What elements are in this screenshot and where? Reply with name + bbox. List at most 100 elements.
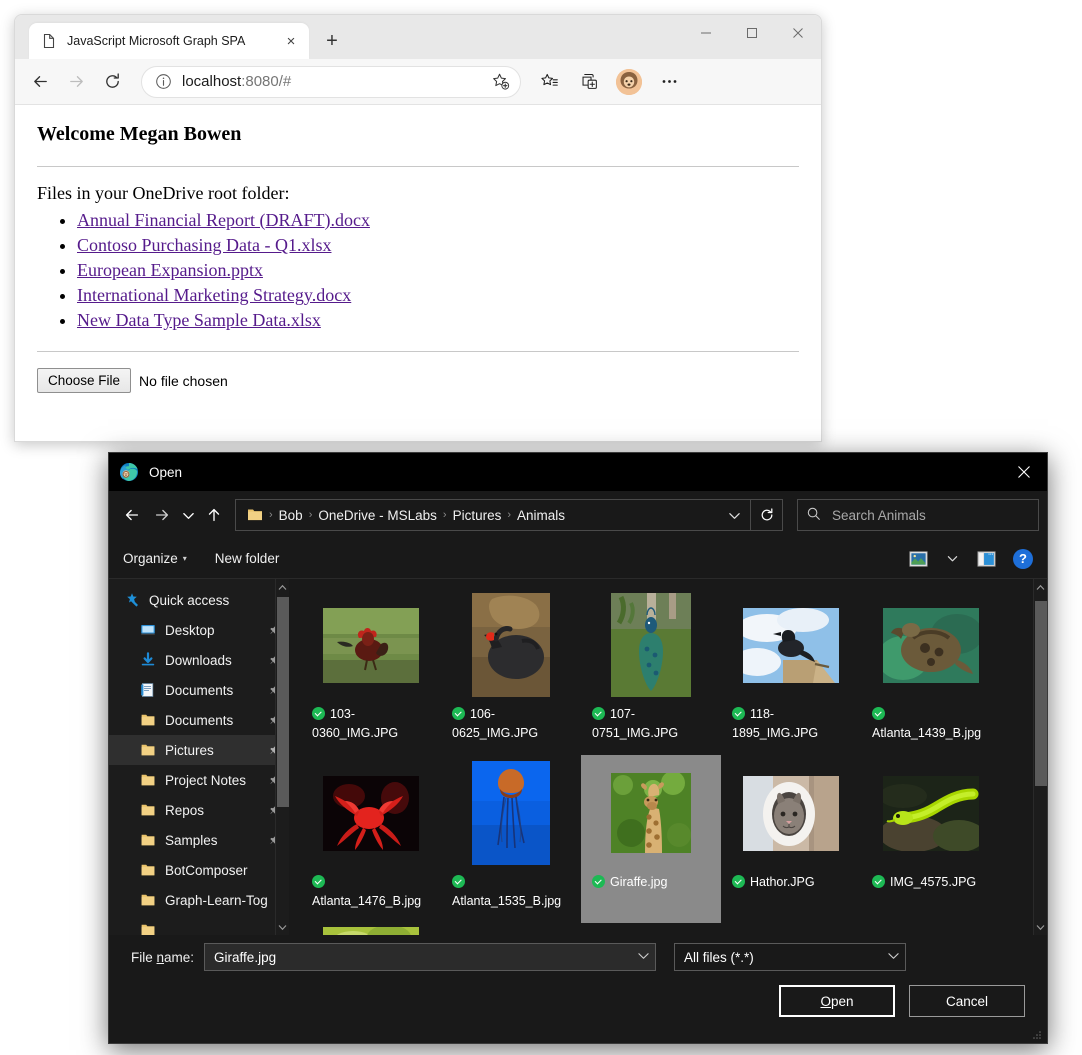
file-item-turtle[interactable]: Atlanta_1439_B.jpg bbox=[861, 587, 1001, 755]
breadcrumb[interactable]: › Bob › OneDrive - MSLabs › Pictures › A… bbox=[235, 499, 751, 531]
scroll-down-icon[interactable] bbox=[278, 919, 287, 935]
breadcrumb-item-onedrive[interactable]: OneDrive - MSLabs bbox=[313, 508, 442, 523]
file-item-green-snake[interactable]: IMG_4575.JPG bbox=[861, 755, 1001, 923]
chevron-down-icon[interactable] bbox=[888, 952, 899, 963]
scrollbar-track[interactable] bbox=[276, 595, 289, 919]
edge-logo-icon bbox=[119, 462, 139, 482]
back-arrow-icon[interactable] bbox=[117, 500, 147, 530]
collections-icon[interactable] bbox=[532, 65, 566, 99]
file-list-pane[interactable]: 103-0360_IMG.JPG bbox=[289, 579, 1047, 935]
dialog-toolbar-right: ? bbox=[897, 548, 1033, 570]
scrollbar-thumb[interactable] bbox=[277, 597, 289, 807]
scrollbar-thumb[interactable] bbox=[1035, 601, 1047, 786]
close-icon[interactable] bbox=[775, 15, 821, 51]
scroll-up-icon[interactable] bbox=[278, 579, 287, 595]
file-item-partial-next-row[interactable] bbox=[301, 923, 441, 935]
sidebar-item-label: Pictures bbox=[165, 743, 214, 758]
file-item-black-swan[interactable]: 106-0625_IMG.JPG bbox=[441, 587, 581, 755]
sidebar-item-label: Project Notes bbox=[165, 773, 246, 788]
dialog-close-icon[interactable] bbox=[1001, 453, 1047, 491]
file-item-red-crab[interactable]: Atlanta_1476_B.jpg bbox=[301, 755, 441, 923]
file-grid: 103-0360_IMG.JPG bbox=[289, 579, 1047, 935]
maximize-icon[interactable] bbox=[729, 15, 775, 51]
sidebar-item-project-notes[interactable]: Project Notes bbox=[109, 765, 289, 795]
search-input[interactable]: Search Animals bbox=[797, 499, 1039, 531]
file-link[interactable]: Annual Financial Report (DRAFT).docx bbox=[77, 210, 370, 230]
folder-icon bbox=[139, 831, 157, 849]
settings-more-icon[interactable] bbox=[652, 65, 686, 99]
breadcrumb-item-bob[interactable]: Bob bbox=[274, 508, 308, 523]
new-tab-button[interactable]: + bbox=[317, 26, 347, 56]
choose-file-button[interactable]: Choose File bbox=[37, 368, 131, 393]
sidebar-item-downloads[interactable]: Downloads bbox=[109, 645, 289, 675]
scroll-up-icon[interactable] bbox=[1036, 579, 1045, 595]
sidebar-item-quick-access[interactable]: Quick access bbox=[109, 585, 289, 615]
sidebar-item-graph-learn-together[interactable]: Graph-Learn-Tog bbox=[109, 885, 289, 915]
file-name: Atlanta_1476_B.jpg bbox=[312, 873, 430, 912]
forward-arrow-icon[interactable] bbox=[59, 65, 93, 99]
sidebar-item-samples[interactable]: Samples bbox=[109, 825, 289, 855]
file-type-value: All files (*.*) bbox=[684, 950, 882, 965]
browser-tab[interactable]: JavaScript Microsoft Graph SPA × bbox=[29, 23, 309, 59]
document-icon bbox=[41, 33, 57, 49]
help-button[interactable]: ? bbox=[1013, 549, 1033, 569]
split-screen-icon[interactable] bbox=[572, 65, 606, 99]
file-item-jellyfish[interactable]: Atlanta_1535_B.jpg bbox=[441, 755, 581, 923]
file-item-cat[interactable]: Hathor.JPG bbox=[721, 755, 861, 923]
sidebar-item-documents[interactable]: Documents bbox=[109, 705, 289, 735]
file-item-peacock[interactable]: 107-0751_IMG.JPG bbox=[581, 587, 721, 755]
file-item-rooster[interactable]: 103-0360_IMG.JPG bbox=[301, 587, 441, 755]
view-layout-icon[interactable] bbox=[905, 548, 931, 570]
scrollbar-track[interactable] bbox=[1034, 595, 1047, 919]
recent-locations-chevron-down-icon[interactable] bbox=[177, 500, 199, 530]
refresh-icon[interactable] bbox=[751, 499, 783, 531]
file-list-scrollbar[interactable] bbox=[1033, 579, 1047, 935]
browser-toolbar: localhost:8080/# bbox=[15, 59, 821, 105]
sidebar-item-pictures[interactable]: Pictures bbox=[109, 735, 289, 765]
open-button[interactable]: Open bbox=[779, 985, 895, 1017]
view-chevron-down-icon[interactable] bbox=[939, 548, 965, 570]
info-circle-icon[interactable] bbox=[152, 71, 174, 93]
browser-window: JavaScript Microsoft Graph SPA × + bbox=[14, 14, 822, 442]
preview-pane-icon[interactable] bbox=[973, 548, 999, 570]
back-arrow-icon[interactable] bbox=[23, 65, 57, 99]
sidebar-item-desktop[interactable]: Desktop bbox=[109, 615, 289, 645]
profile-avatar[interactable] bbox=[612, 65, 646, 99]
crow-thumbnail bbox=[743, 608, 839, 683]
minimize-icon[interactable] bbox=[683, 15, 729, 51]
chevron-down-icon[interactable] bbox=[638, 952, 649, 963]
list-item: New Data Type Sample Data.xlsx bbox=[77, 310, 799, 331]
file-item-giraffe[interactable]: Giraffe.jpg bbox=[581, 755, 721, 923]
window-controls bbox=[683, 15, 821, 51]
breadcrumb-chevron-down-icon[interactable] bbox=[722, 500, 746, 530]
sidebar-item-repos[interactable]: Repos bbox=[109, 795, 289, 825]
sync-ok-icon bbox=[732, 707, 745, 720]
file-name-input[interactable]: Giraffe.jpg bbox=[204, 943, 656, 971]
avatar bbox=[616, 69, 642, 95]
navigation-pane-scrollbar[interactable] bbox=[275, 579, 289, 935]
folder-icon bbox=[139, 801, 157, 819]
file-link[interactable]: Contoso Purchasing Data - Q1.xlsx bbox=[77, 235, 331, 255]
file-link[interactable]: International Marketing Strategy.docx bbox=[77, 285, 351, 305]
star-add-icon[interactable] bbox=[486, 68, 514, 96]
scroll-down-icon[interactable] bbox=[1036, 919, 1045, 935]
reload-icon[interactable] bbox=[95, 65, 129, 99]
address-bar[interactable]: localhost:8080/# bbox=[141, 66, 521, 98]
breadcrumb-item-pictures[interactable]: Pictures bbox=[448, 508, 507, 523]
sidebar-item-documents-library[interactable]: Documents bbox=[109, 675, 289, 705]
organize-button[interactable]: Organize ▾ bbox=[123, 551, 187, 566]
file-link[interactable]: New Data Type Sample Data.xlsx bbox=[77, 310, 321, 330]
new-folder-button[interactable]: New folder bbox=[215, 551, 280, 566]
sync-ok-icon bbox=[592, 707, 605, 720]
cancel-button[interactable]: Cancel bbox=[909, 985, 1025, 1017]
resize-grip-icon[interactable] bbox=[1031, 1028, 1043, 1040]
sidebar-item-botcomposer[interactable]: BotComposer bbox=[109, 855, 289, 885]
file-type-select[interactable]: All files (*.*) bbox=[674, 943, 906, 971]
up-one-level-icon[interactable] bbox=[199, 500, 229, 530]
sidebar-item-partial[interactable] bbox=[109, 915, 289, 935]
forward-arrow-icon[interactable] bbox=[147, 500, 177, 530]
tab-close-icon[interactable]: × bbox=[281, 31, 301, 51]
file-item-crow[interactable]: 118-1895_IMG.JPG bbox=[721, 587, 861, 755]
breadcrumb-item-animals[interactable]: Animals bbox=[512, 508, 570, 523]
file-link[interactable]: European Expansion.pptx bbox=[77, 260, 263, 280]
